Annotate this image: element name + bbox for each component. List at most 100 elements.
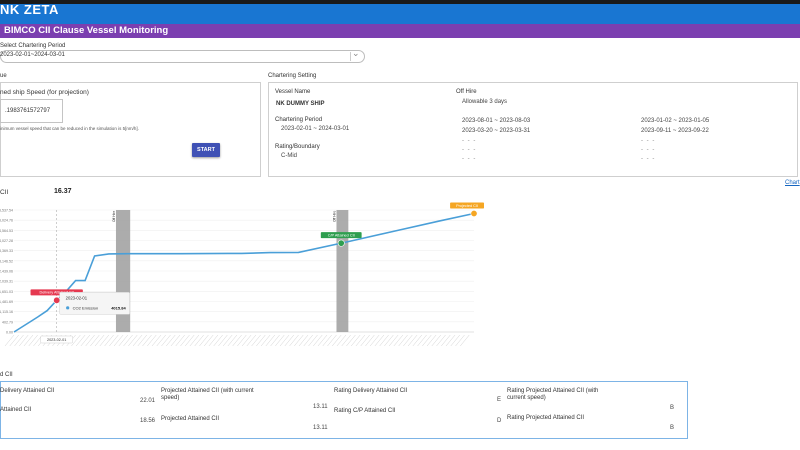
rating-label: Rating/Boundary [275, 144, 320, 150]
x-tick-label [412, 334, 422, 347]
x-tick-label [123, 334, 133, 347]
x-tick-label [388, 334, 399, 347]
x-tick-label [4, 334, 15, 347]
x-tick-label [75, 334, 86, 347]
x-tick-label [450, 334, 460, 347]
x-tick-label [417, 334, 427, 347]
speed-input-value[interactable]: .1983761572797 [5, 108, 50, 114]
y-tick-label: 3,146.52 [0, 259, 13, 263]
x-tick-label [374, 334, 385, 347]
off-hire-label: Off Hire [112, 211, 116, 222]
rating-cp-attained-cii-value: D [497, 418, 502, 424]
x-tick-label [360, 334, 370, 347]
rating-projected-attained-cii-current-label: Rating Projected Attained CII (with curr… [507, 388, 599, 401]
x-tick-label [284, 334, 294, 347]
x-tick-label [426, 334, 437, 347]
x-tick-label [147, 334, 157, 347]
off-hire-period: 2023-03-20 ~ 2023-03-31 [462, 128, 531, 134]
chevron-down-icon[interactable]: ⌄ [352, 48, 360, 59]
x-tick-label [322, 334, 332, 347]
placeholder-dash: - - - [641, 147, 656, 153]
chart-link[interactable]: Chart [785, 180, 800, 186]
start-button[interactable]: START [192, 143, 220, 157]
x-tick-label [227, 334, 238, 347]
x-tick-label [256, 334, 266, 347]
x-tick-label [137, 334, 147, 347]
marker-label: Projected CII [456, 204, 478, 208]
x-tick-label [113, 334, 124, 347]
off-hire-period: 2023-08-01 ~ 2023-08-03 [462, 118, 531, 124]
rating-delivery-attained-cii-value: E [497, 397, 502, 403]
off-hire-label: Off Hire [456, 89, 477, 95]
vessel-name-label: Vessel Name [275, 89, 311, 95]
attained-cii-value: 18.56 [140, 418, 156, 424]
x-tick-label [303, 334, 313, 347]
allowable-days: Allowable 3 days [462, 99, 508, 105]
x-tick-label [194, 334, 204, 347]
x-tick-label [185, 334, 195, 347]
x-tick-label [455, 334, 465, 347]
cii-value: 16.37 [54, 188, 72, 195]
vessel-name: NK DUMMY SHIP [276, 101, 325, 107]
x-tick-label [436, 334, 446, 347]
x-tick-label [407, 334, 418, 347]
x-tick-label [204, 334, 214, 347]
x-tick-label [85, 334, 95, 347]
x-tick-label [351, 334, 361, 347]
marker-point [470, 209, 478, 217]
placeholder-dash: - - - [462, 138, 477, 144]
x-tick-label [275, 334, 285, 347]
x-tick-label [232, 334, 242, 347]
off-hire-period: 2023-01-02 ~ 2023-01-05 [641, 118, 710, 124]
placeholder-dash: - - - [641, 156, 656, 162]
x-tick-label [208, 334, 219, 347]
x-tick-label [109, 334, 119, 347]
y-tick-label: 1,651.03 [0, 290, 13, 294]
x-tick-label [151, 334, 162, 347]
projected-attained-cii-label: Projected Attained CII [161, 416, 220, 422]
period-select-value[interactable]: 2023-02-01~2024-03-01 [0, 52, 65, 58]
y-tick-label: 0.00 [6, 331, 13, 335]
speed-input[interactable]: .1983761572797 [0, 99, 63, 123]
marker-point [53, 296, 61, 304]
x-tick-label [199, 334, 209, 347]
x-tick-label [128, 334, 138, 347]
placeholder-dash: - - - [462, 156, 477, 162]
projected-attained-cii-value: 13.11 [313, 425, 328, 431]
rating-value: C-Mid [281, 153, 297, 159]
x-tick-label [166, 334, 176, 347]
x-tick-label [294, 334, 304, 347]
x-tick-label [223, 334, 233, 347]
x-tick-label [94, 334, 105, 347]
x-tick-label [460, 334, 470, 347]
x-tick-label [298, 334, 309, 347]
x-tick-label [270, 334, 280, 347]
x-tick-label [14, 334, 24, 347]
x-tick-label [118, 334, 128, 347]
x-tick-label [346, 334, 356, 347]
cii-line-chart: 0.00 402.79 1,115.16 1,481.69 1,651.03 2,039.… [0, 202, 484, 347]
x-tick-label [355, 334, 366, 347]
delivery-attained-cii-label: Delivery Attained CII [0, 388, 55, 394]
x-tick-label [132, 334, 143, 347]
y-tick-label: 1,115.16 [0, 310, 13, 314]
period-select-label: Select Chartering Period [0, 43, 66, 49]
x-tick-label [23, 334, 34, 347]
rating-delivery-attained-cii-label: Rating Delivery Attained CII [334, 388, 408, 394]
select-divider [350, 52, 351, 61]
x-tick-label [279, 334, 290, 347]
chart-title: CII [0, 189, 9, 196]
x-tick-label [241, 334, 252, 347]
delivery-attained-cii-value: 22.01 [140, 398, 156, 404]
x-tick-label [99, 334, 109, 347]
x-tick-label [237, 334, 247, 347]
x-tick-label [260, 334, 271, 347]
x-tick-label [384, 334, 394, 347]
chartering-period-value: 2023-02-01 ~ 2024-03-01 [281, 126, 350, 132]
x-tick-label [213, 334, 223, 347]
x-tick-label [142, 334, 152, 347]
x-tick-label [370, 334, 380, 347]
x-tick-label [289, 334, 299, 347]
x-tick-label [445, 334, 456, 347]
tooltip-series-icon [66, 306, 70, 310]
